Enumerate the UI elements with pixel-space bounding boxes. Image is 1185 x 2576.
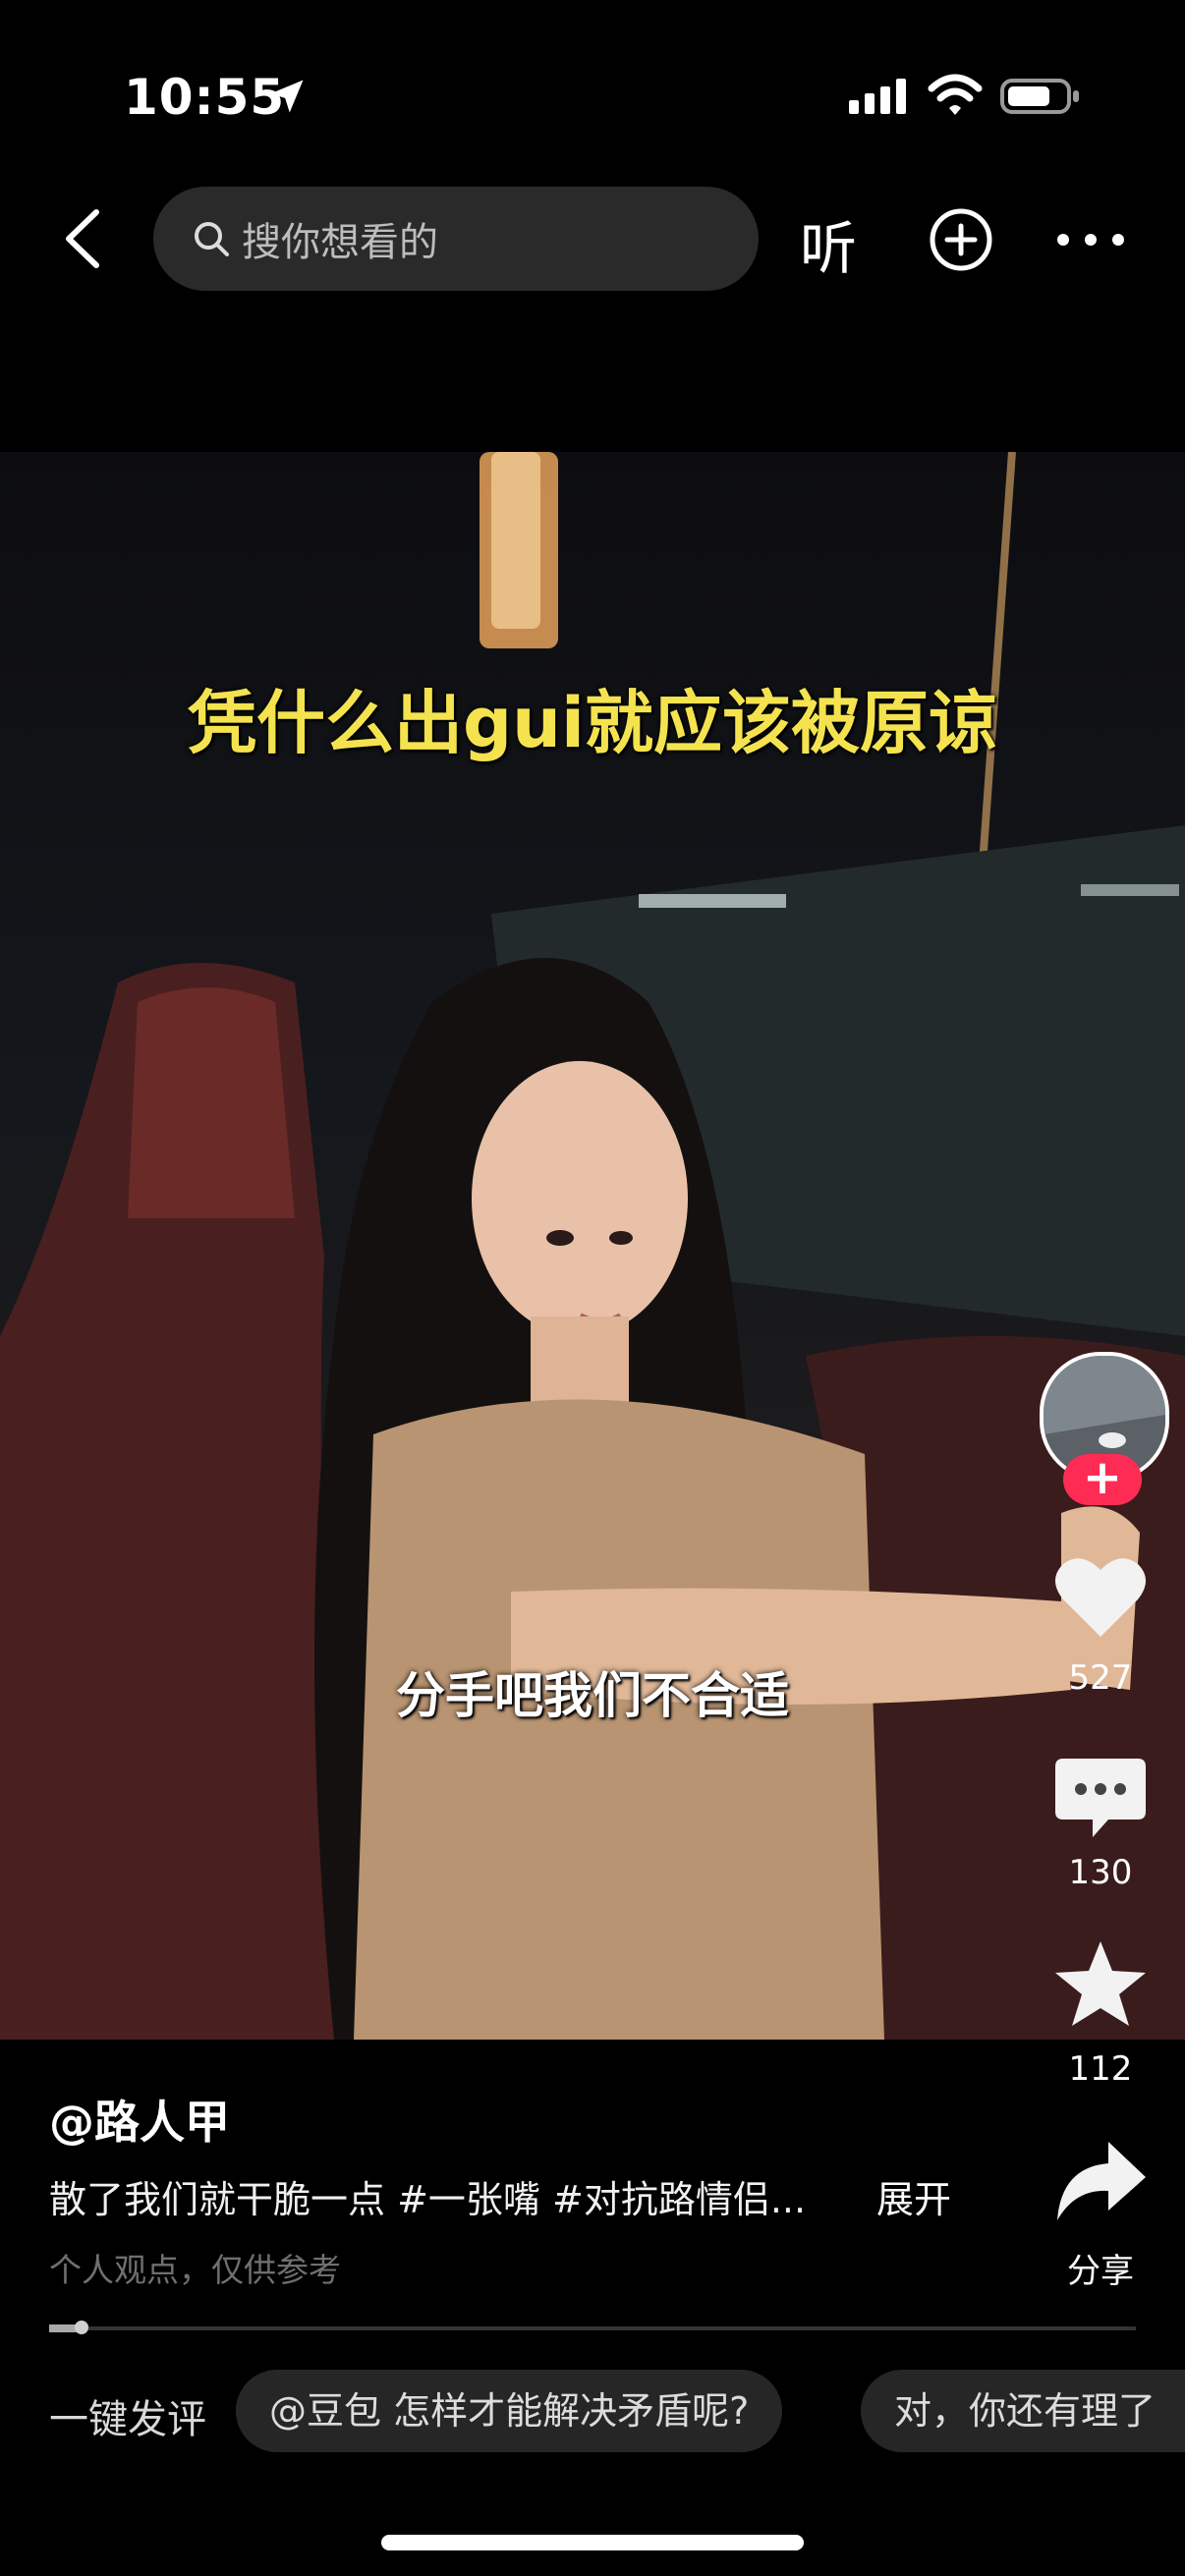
wifi-icon (928, 74, 983, 115)
video-subtitle: 分手吧我们不合适 (396, 1667, 789, 1724)
video-caption-title: 凭什么出gui就应该被原谅 (188, 683, 997, 763)
disclaimer-text: 个人观点，仅供参考 (49, 2251, 341, 2289)
search-icon (195, 222, 229, 256)
share-arrow-icon[interactable] (1053, 2138, 1148, 2226)
back-chevron-icon[interactable] (59, 206, 106, 271)
comment-bubble-icon[interactable] (1053, 1755, 1148, 1843)
follow-plus-label[interactable]: + (1063, 1452, 1142, 1503)
video-progress-handle[interactable] (75, 2321, 88, 2334)
like-count: 527 (1068, 1658, 1133, 1698)
home-indicator[interactable] (381, 2535, 804, 2550)
add-circle-icon[interactable] (928, 206, 994, 273)
more-dots-icon[interactable] (1055, 230, 1126, 250)
status-time: 10:55 (124, 69, 286, 126)
like-heart-icon[interactable] (1053, 1552, 1148, 1641)
quick-comment-chip[interactable]: 对，你还有理了 (861, 2370, 1185, 2452)
cellular-signal-icon (849, 79, 906, 114)
location-arrow-icon (270, 80, 304, 113)
favorite-count: 112 (1068, 2049, 1133, 2089)
author-name[interactable]: @路人甲 (49, 2087, 230, 2152)
favorite-star-icon[interactable] (1053, 1939, 1148, 2028)
quick-comment-chip[interactable]: @豆包 怎样才能解决矛盾呢? (236, 2370, 783, 2452)
share-label[interactable]: 分享 (1042, 2244, 1159, 2292)
video-progress-track[interactable] (49, 2326, 1136, 2330)
comment-count: 130 (1068, 1853, 1133, 1892)
quick-comment-label: 一键发评 (49, 2397, 206, 2442)
post-description[interactable]: 散了我们就干脆一点 #一张嘴 #对抗路情侣... (49, 2169, 806, 2223)
battery-icon (1000, 79, 1079, 114)
expand-button[interactable]: 展开 (876, 2169, 951, 2223)
listen-button[interactable]: 听 (800, 202, 857, 285)
search-placeholder[interactable]: 搜你想看的 (242, 210, 438, 267)
